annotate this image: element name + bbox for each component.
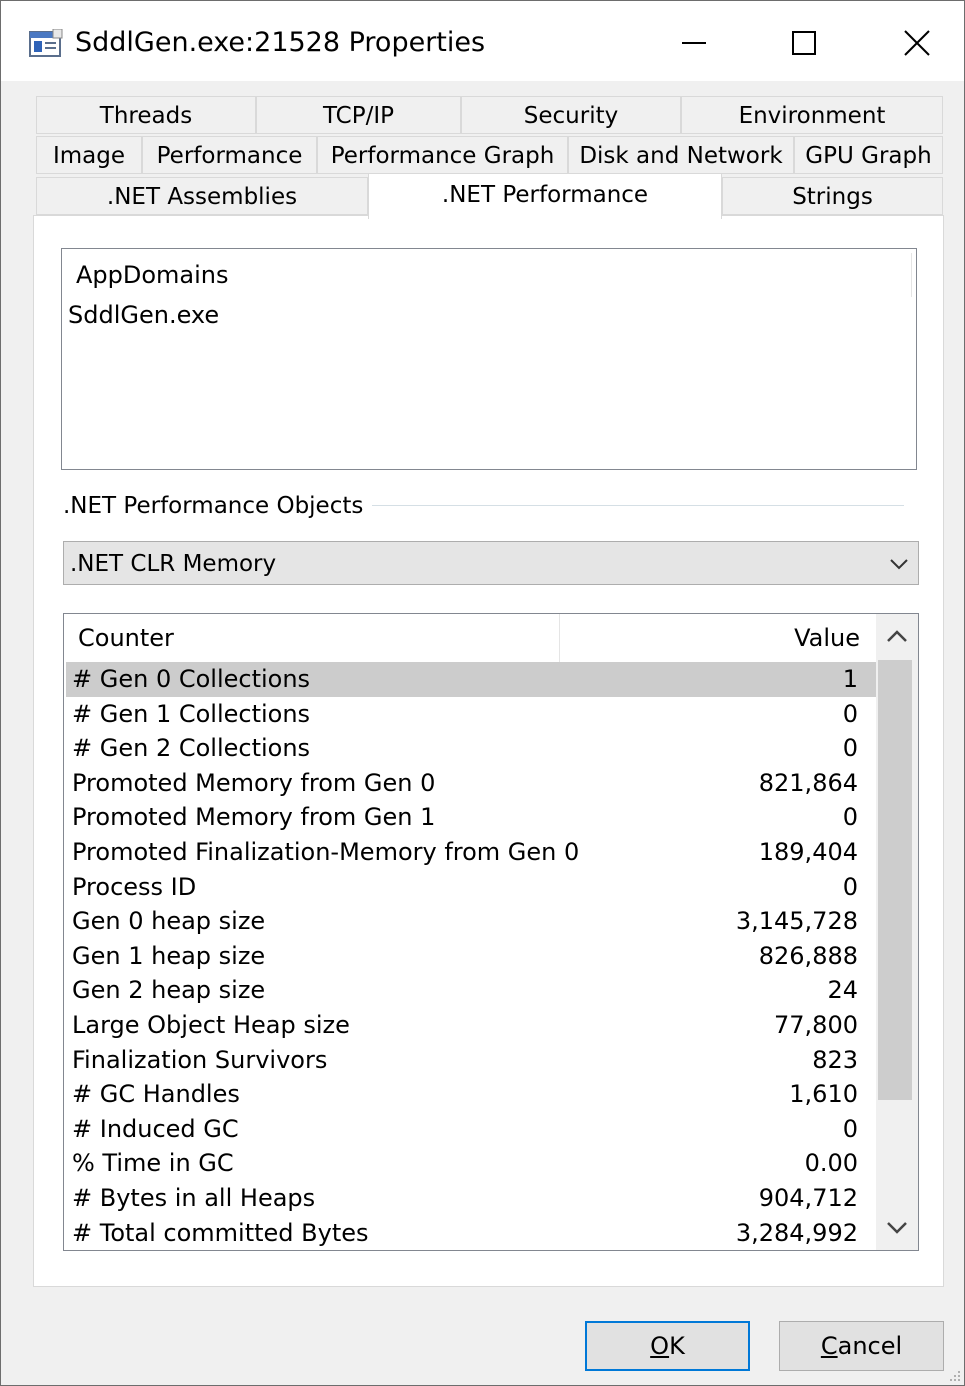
tab-performance-graph[interactable]: Performance Graph bbox=[317, 136, 568, 174]
table-row[interactable]: Promoted Memory from Gen 1 0 bbox=[66, 800, 876, 835]
counter-name: Large Object Heap size bbox=[72, 1010, 350, 1039]
table-row[interactable]: # Gen 1 Collections 0 bbox=[66, 697, 876, 732]
title-bar[interactable]: SddlGen.exe:21528 Properties bbox=[1, 1, 964, 81]
counter-value: 3,145,728 bbox=[735, 907, 858, 936]
resize-grip-icon[interactable] bbox=[946, 1367, 962, 1383]
counter-value: 77,800 bbox=[774, 1010, 858, 1039]
scroll-up-icon[interactable] bbox=[876, 614, 918, 658]
table-row[interactable]: % Time in GC 0.00 bbox=[66, 1146, 876, 1181]
tab-threads[interactable]: Threads bbox=[36, 96, 256, 134]
counter-value: 826,888 bbox=[758, 941, 858, 970]
counter-name: Process ID bbox=[72, 872, 197, 901]
counter-name: Promoted Memory from Gen 1 bbox=[72, 803, 436, 832]
counter-value: 1,610 bbox=[789, 1080, 858, 1109]
column-header-counter[interactable]: Counter bbox=[78, 620, 174, 656]
counter-name: # Gen 2 Collections bbox=[72, 734, 311, 763]
vertical-scrollbar[interactable] bbox=[876, 614, 918, 1250]
window-title: SddlGen.exe:21528 Properties bbox=[75, 27, 486, 58]
tab-strings[interactable]: Strings bbox=[722, 177, 943, 215]
counters-header: Counter Value bbox=[64, 614, 876, 662]
scroll-down-icon[interactable] bbox=[876, 1206, 918, 1250]
table-row[interactable]: Finalization Survivors 823 bbox=[66, 1043, 876, 1078]
counter-name: Gen 1 heap size bbox=[72, 941, 266, 970]
cancel-accelerator: C bbox=[820, 1332, 838, 1360]
table-row[interactable]: # Gen 2 Collections 0 bbox=[66, 731, 876, 766]
counter-value: 0 bbox=[842, 803, 858, 832]
counter-value: 821,864 bbox=[758, 768, 858, 797]
counter-name: % Time in GC bbox=[72, 1149, 234, 1178]
chevron-down-icon bbox=[890, 559, 908, 570]
table-row[interactable]: # Induced GC 0 bbox=[66, 1112, 876, 1147]
counter-name: Gen 2 heap size bbox=[72, 976, 266, 1005]
selected-object: .NET CLR Memory bbox=[70, 551, 277, 577]
appdomains-list[interactable]: AppDomains SddlGen.exe bbox=[61, 248, 917, 470]
counter-name: # Bytes in all Heaps bbox=[72, 1183, 316, 1212]
table-row[interactable]: Large Object Heap size 77,800 bbox=[66, 1008, 876, 1043]
performance-objects-label: .NET Performance Objects bbox=[63, 493, 364, 519]
column-header-value[interactable]: Value bbox=[794, 620, 860, 656]
counter-value: 3,284,992 bbox=[735, 1218, 858, 1247]
counter-value: 823 bbox=[812, 1045, 858, 1074]
minimize-icon bbox=[682, 42, 706, 44]
counter-name: # Gen 0 Collections bbox=[72, 665, 311, 693]
counter-name: # Induced GC bbox=[72, 1114, 239, 1143]
ok-accelerator: O bbox=[650, 1332, 670, 1360]
close-icon bbox=[904, 30, 930, 56]
counter-rows: # Gen 0 Collections 1 # Gen 1 Collections 0… bbox=[66, 662, 876, 1250]
counter-name: # Gen 1 Collections bbox=[72, 699, 311, 728]
tab-gpu-graph[interactable]: GPU Graph bbox=[794, 136, 943, 174]
table-row[interactable]: Promoted Finalization-Memory from Gen 0 1… bbox=[66, 835, 876, 870]
ok-label: K bbox=[669, 1332, 685, 1360]
tab-net-assemblies[interactable]: .NET Assemblies bbox=[36, 177, 368, 215]
counter-name: # Total committed Bytes bbox=[72, 1218, 369, 1247]
table-row[interactable]: Gen 0 heap size 3,145,728 bbox=[66, 904, 876, 939]
cancel-label: ancel bbox=[837, 1332, 903, 1360]
appdomain-item[interactable]: SddlGen.exe bbox=[68, 297, 219, 333]
counter-value: 904,712 bbox=[758, 1183, 858, 1212]
counter-value: 0 bbox=[842, 1114, 858, 1143]
table-row[interactable]: Gen 2 heap size 24 bbox=[66, 973, 876, 1008]
tab-performance[interactable]: Performance bbox=[142, 136, 317, 174]
tab-net-performance[interactable]: .NET Performance bbox=[368, 173, 722, 219]
counter-name: # GC Handles bbox=[72, 1080, 240, 1109]
column-divider bbox=[911, 253, 912, 297]
counter-name: Promoted Memory from Gen 0 bbox=[72, 768, 436, 797]
group-divider bbox=[372, 505, 904, 506]
counter-value: 24 bbox=[827, 976, 858, 1005]
performance-object-select[interactable]: .NET CLR Memory bbox=[63, 541, 919, 585]
minimize-button[interactable] bbox=[637, 1, 749, 81]
counter-value: 189,404 bbox=[758, 837, 858, 866]
scrollbar-thumb[interactable] bbox=[878, 660, 912, 1100]
counter-value: 1 bbox=[842, 665, 858, 693]
table-row[interactable]: Gen 1 heap size 826,888 bbox=[66, 939, 876, 974]
counters-list[interactable]: Counter Value # Gen 0 Collections 1 # Gen … bbox=[63, 613, 919, 1251]
counter-name: Finalization Survivors bbox=[72, 1045, 328, 1074]
tab-security[interactable]: Security bbox=[461, 96, 681, 134]
counter-value: 0 bbox=[842, 872, 858, 901]
tab-image[interactable]: Image bbox=[36, 136, 142, 174]
table-row[interactable]: # GC Handles 1,610 bbox=[66, 1077, 876, 1112]
column-divider[interactable] bbox=[559, 614, 560, 662]
cancel-button[interactable]: Cancel bbox=[779, 1321, 944, 1371]
ok-button[interactable]: OK bbox=[585, 1321, 750, 1371]
counter-name: Gen 0 heap size bbox=[72, 907, 266, 936]
appdomains-header[interactable]: AppDomains bbox=[76, 257, 229, 293]
counter-value: 0 bbox=[842, 699, 858, 728]
close-button[interactable] bbox=[853, 1, 964, 81]
maximize-icon bbox=[792, 31, 816, 55]
table-row[interactable]: # Total committed Bytes 3,284,992 bbox=[66, 1216, 876, 1251]
table-row[interactable]: Promoted Memory from Gen 0 821,864 bbox=[66, 766, 876, 801]
table-row[interactable]: # Bytes in all Heaps 904,712 bbox=[66, 1181, 876, 1216]
counter-name: Promoted Finalization-Memory from Gen 0 bbox=[72, 837, 580, 866]
table-row[interactable]: # Gen 0 Collections 1 bbox=[66, 662, 876, 697]
counter-value: 0 bbox=[842, 734, 858, 763]
table-row[interactable]: Process ID 0 bbox=[66, 870, 876, 905]
app-window-icon bbox=[29, 29, 63, 57]
tab-environment[interactable]: Environment bbox=[681, 96, 943, 134]
counter-value: 0.00 bbox=[804, 1149, 858, 1178]
maximize-button[interactable] bbox=[749, 1, 861, 81]
tab-disk-and-network[interactable]: Disk and Network bbox=[568, 136, 794, 174]
properties-window: SddlGen.exe:21528 Properties Threads TCP… bbox=[0, 0, 965, 1386]
tab-tcpip[interactable]: TCP/IP bbox=[256, 96, 461, 134]
